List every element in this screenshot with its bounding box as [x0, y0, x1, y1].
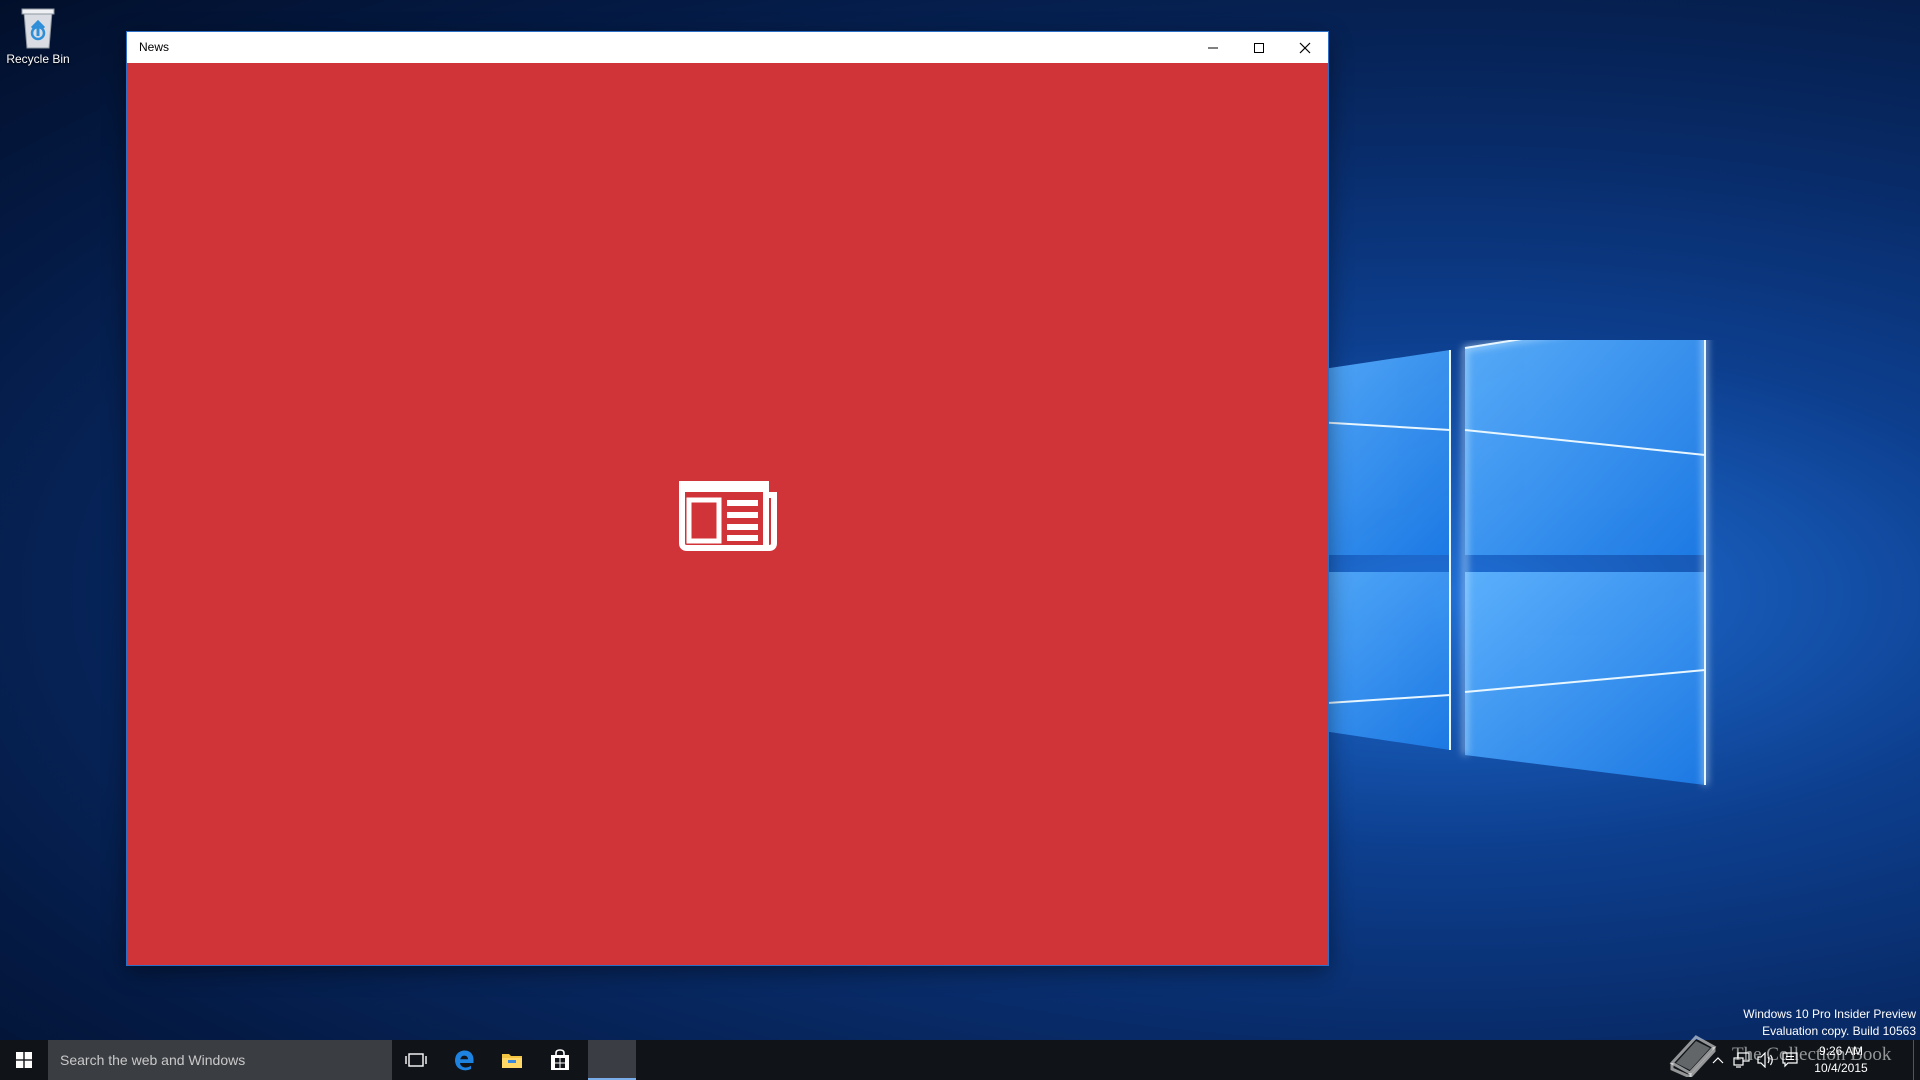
wallpaper-windows-logo	[1250, 340, 1707, 785]
edge-button[interactable]	[440, 1040, 488, 1080]
close-icon	[1299, 42, 1311, 53]
store-button[interactable]	[536, 1040, 584, 1080]
start-button[interactable]	[0, 1040, 48, 1080]
file-explorer-button[interactable]	[488, 1040, 536, 1080]
minimize-icon	[1208, 47, 1218, 48]
window-title: News	[139, 40, 170, 54]
recycle-bin-desktop-icon[interactable]: Recycle Bin	[2, 6, 74, 78]
close-button[interactable]	[1282, 32, 1328, 63]
book-icon	[1669, 1035, 1717, 1077]
file-explorer-icon	[502, 1054, 522, 1068]
edge-icon	[455, 1050, 474, 1071]
search-placeholder: Search the web and Windows	[60, 1052, 246, 1068]
desktop: Recycle Bin News Windows 10 Pro Insider …	[0, 0, 1920, 1080]
windows-start-icon	[16, 1052, 32, 1068]
store-icon	[551, 1049, 569, 1070]
minimize-button[interactable]	[1190, 32, 1236, 63]
window-titlebar[interactable]: News	[127, 32, 1328, 63]
search-input[interactable]: Search the web and Windows	[48, 1040, 392, 1080]
task-view-icon	[405, 1053, 427, 1067]
newspaper-icon	[679, 481, 777, 551]
overlay-watermark: The Collection Book	[1668, 1030, 1891, 1080]
taskbar: Search the web and Windows 9:26 AM 10/4/…	[0, 1040, 1920, 1080]
recycle-bin-icon	[21, 8, 55, 49]
show-desktop-button[interactable]	[1913, 1040, 1920, 1080]
maximize-icon	[1254, 42, 1264, 53]
news-taskbar-button[interactable]	[588, 1040, 636, 1080]
watermark-line-1: Windows 10 Pro Insider Preview	[1743, 1007, 1916, 1021]
maximize-button[interactable]	[1236, 32, 1282, 63]
news-splash-screen	[127, 63, 1328, 965]
recycle-bin-label: Recycle Bin	[6, 52, 70, 66]
news-app-window[interactable]: News	[127, 32, 1328, 965]
task-view-button[interactable]	[392, 1040, 440, 1080]
overlay-watermark-text: The Collection Book	[1732, 1044, 1892, 1065]
